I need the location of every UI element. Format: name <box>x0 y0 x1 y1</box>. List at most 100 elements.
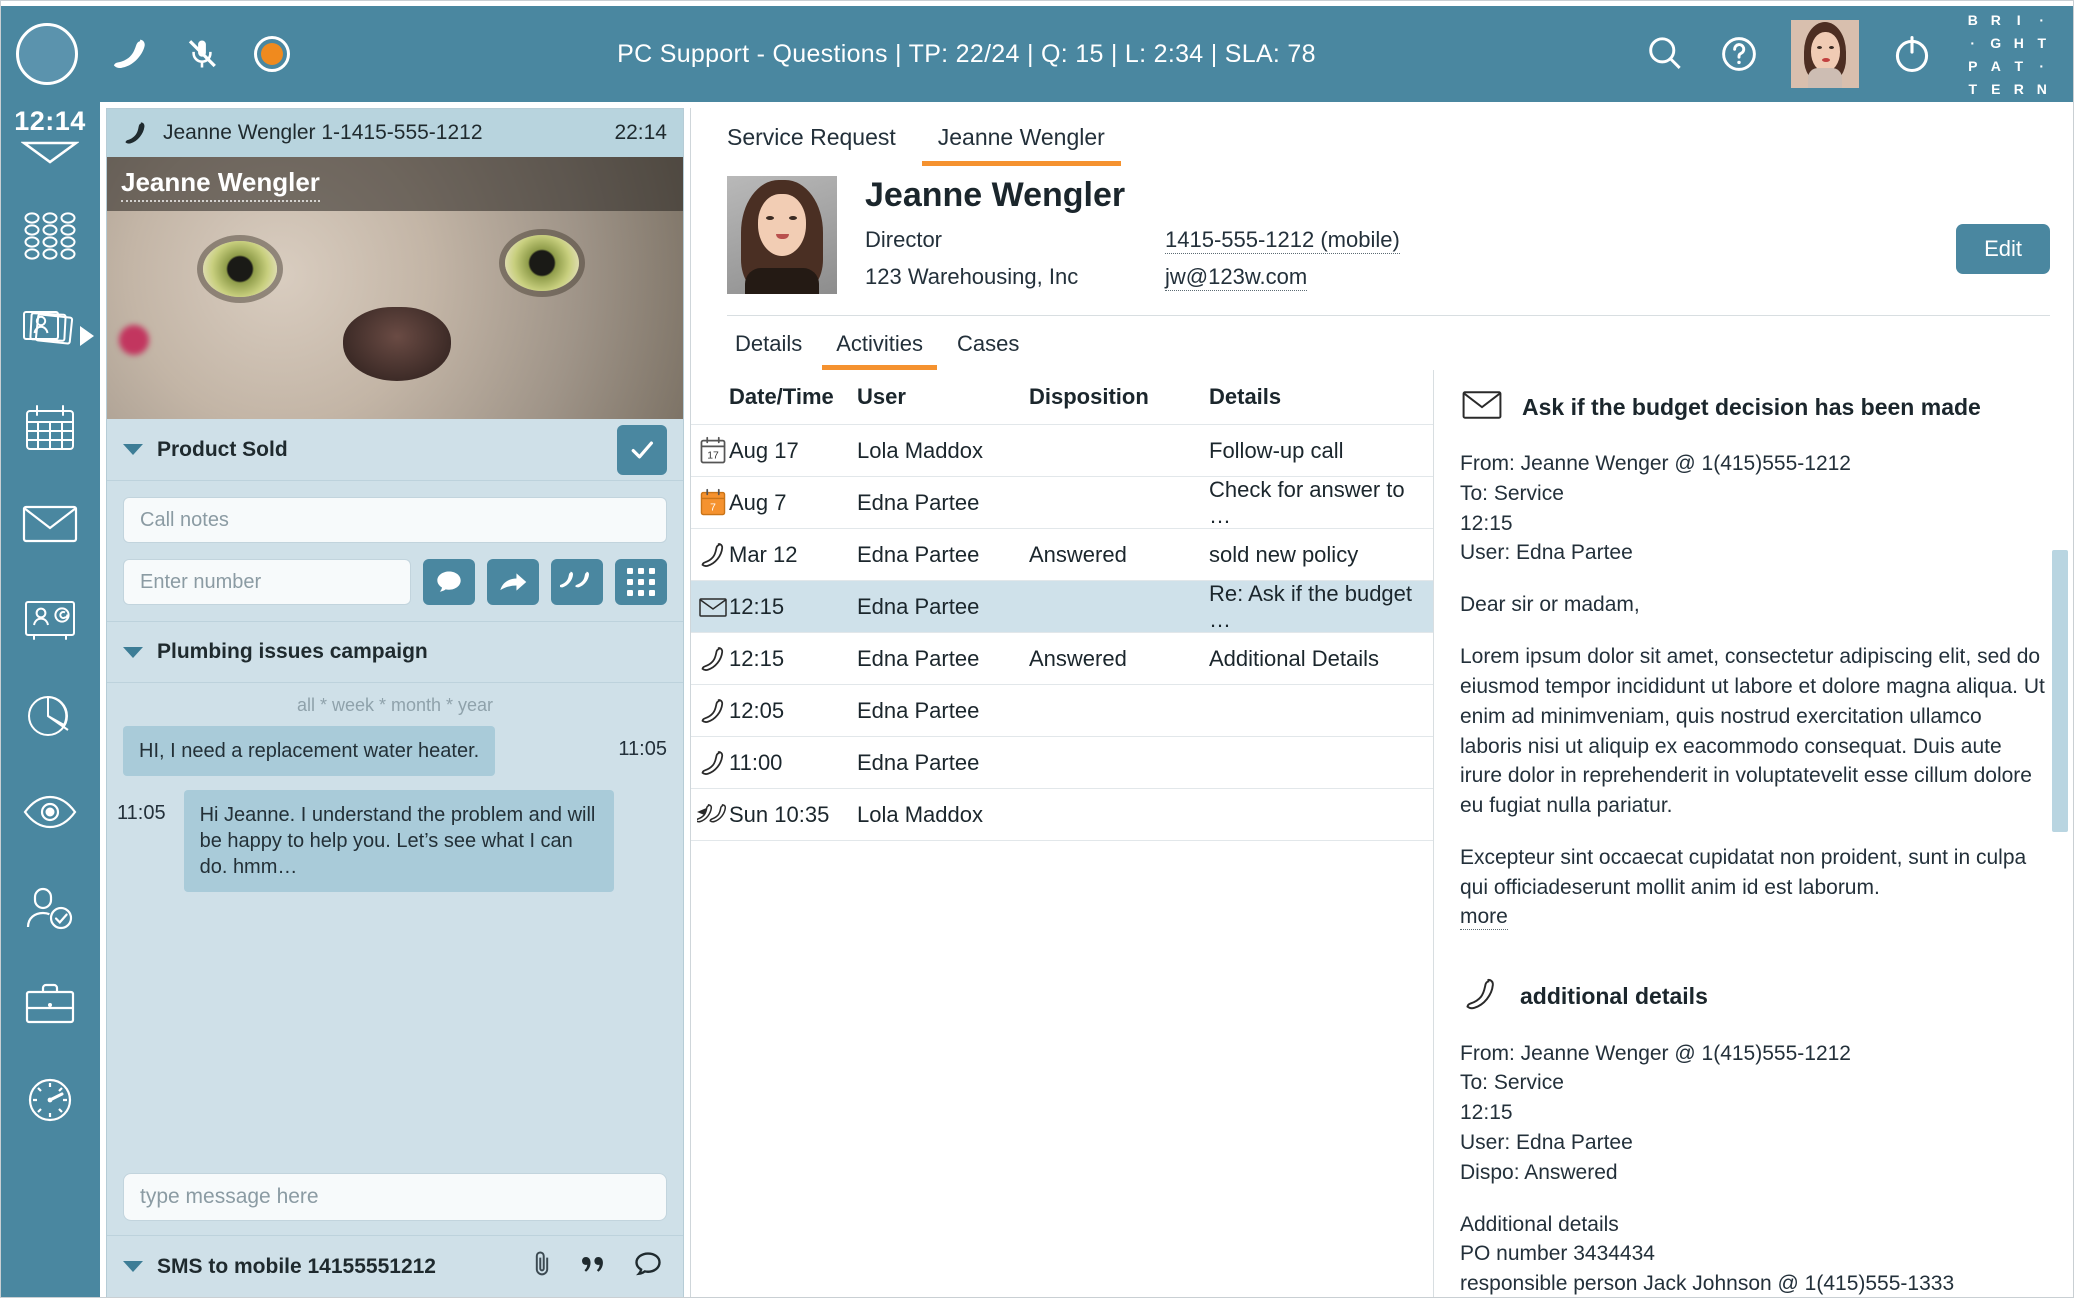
message-placeholder: type message here <box>140 1185 319 1208</box>
table-row[interactable]: 17 Aug 17 Lola Maddox Follow-up call <box>691 424 1433 476</box>
sidebar-item-dashboard[interactable] <box>0 1074 100 1130</box>
detail-scrollbar-thumb[interactable] <box>2052 550 2068 832</box>
table-row[interactable]: Mar 12 Edna Partee Answered sold new pol… <box>691 528 1433 580</box>
interaction-header: Jeanne Wengler 1-1415-555-1212 22:14 <box>107 109 683 157</box>
tab-details[interactable]: Details <box>721 325 816 370</box>
activities-body: Date/Time User Disposition Details 17 Au… <box>691 370 2074 1298</box>
detail-call-title: additional details <box>1520 982 1708 1009</box>
chevron-down-icon[interactable] <box>123 1261 143 1272</box>
svg-text:17: 17 <box>707 450 719 461</box>
table-row[interactable]: 7 Aug 7 Edna Partee Check for answer to … <box>691 476 1433 528</box>
cell-details: Follow-up call <box>1209 437 1344 463</box>
activities-table: Date/Time User Disposition Details 17 Au… <box>691 370 1433 1298</box>
brightpattern-logo: B R I · · G H T P A T · T E R N <box>1963 10 2052 99</box>
dialpad-icon[interactable] <box>615 559 667 605</box>
conference-phones-icon[interactable] <box>551 559 603 605</box>
detail-call-dispo: Dispo: Answered <box>1460 1160 1618 1184</box>
contact-cards-icon <box>19 306 81 363</box>
sidebar-item-contacts[interactable] <box>0 306 100 362</box>
detail-call-section: additional details From: Jeanne Wenger @… <box>1460 976 2048 1298</box>
agent-avatar-circle[interactable] <box>16 23 78 85</box>
away-status-dot[interactable] <box>254 36 290 72</box>
chat-bubble-outline-icon[interactable] <box>633 1250 663 1284</box>
sidebar-item-monitoring[interactable] <box>0 786 100 842</box>
sidebar-item-email[interactable] <box>0 498 100 554</box>
phone-icon[interactable] <box>112 35 150 73</box>
search-icon[interactable] <box>1643 32 1687 76</box>
cell-details: Check for answer to … <box>1209 476 1405 528</box>
contact-photo-banner: Jeanne Wengler <box>107 157 683 419</box>
microphone-muted-icon[interactable] <box>184 35 220 73</box>
contact-email-card-icon <box>21 596 79 649</box>
enter-number-placeholder: Enter number <box>140 570 262 593</box>
grid-dots-icon <box>23 211 77 266</box>
logo-cell: E <box>1991 80 2001 97</box>
sidebar-item-directory[interactable] <box>0 210 100 266</box>
table-row[interactable]: 12:15 Edna Partee Answered Additional De… <box>691 632 1433 684</box>
quote-icon[interactable] <box>579 1250 607 1284</box>
cell-details: Additional Details <box>1209 645 1379 671</box>
calendar-icon <box>22 402 78 459</box>
help-question-icon[interactable] <box>1717 32 1761 76</box>
sidebar-item-reports[interactable] <box>0 690 100 746</box>
edit-contact-button[interactable]: Edit <box>1956 224 2050 274</box>
detail-call-user: User: Edna Partee <box>1460 1131 1633 1154</box>
phone-icon <box>691 749 729 777</box>
call-notes-input[interactable]: Call notes <box>123 497 667 543</box>
sidebar-item-contact-email[interactable] <box>0 594 100 650</box>
photo-contact-name: Jeanne Wengler <box>121 167 320 202</box>
enter-number-input[interactable]: Enter number <box>123 559 411 605</box>
detail-call-from: From: Jeanne Wenger @ 1(415)555-1212 <box>1460 1041 1851 1065</box>
agent-desktop-app: PC Support - Questions | TP: 22/24 | Q: … <box>0 0 2074 1298</box>
cell-date: Sun 10:35 <box>729 801 830 827</box>
main-tab-bar: Service Request Jeanne Wengler <box>691 108 2074 166</box>
chevron-down-icon[interactable] <box>123 444 143 455</box>
power-logout-icon[interactable] <box>1889 31 1935 77</box>
phone-icon <box>691 645 729 673</box>
table-row[interactable]: Sun 10:35 Lola Maddox <box>691 788 1433 840</box>
cell-date: 12:05 <box>729 697 785 723</box>
contact-email[interactable]: jw@123w.com <box>1165 264 1308 291</box>
table-row[interactable]: 11:00 Edna Partee <box>691 736 1433 788</box>
product-sold-confirm-button[interactable] <box>617 424 667 475</box>
contact-sub-tab-bar: Details Activities Cases <box>691 316 2074 370</box>
agent-avatar[interactable] <box>1791 20 1859 88</box>
logo-cell: A <box>1990 57 2002 74</box>
envelope-icon <box>691 595 729 619</box>
envelope-icon <box>1460 388 1504 427</box>
sidebar-item-agent-state[interactable] <box>0 882 100 938</box>
detail-email-body-1: Lorem ipsum dolor sit amet, consectetur … <box>1460 645 2045 818</box>
chat-period-filters[interactable]: all * week * month * year <box>107 683 683 726</box>
cell-details: Re: Ask if the budget … <box>1209 580 1413 632</box>
briefcase-icon <box>22 980 78 1033</box>
sidebar-item-calendar[interactable] <box>0 402 100 458</box>
transfer-arrow-icon[interactable] <box>487 559 539 605</box>
logo-cell: R <box>2013 80 2025 97</box>
sms-channel-header: SMS to mobile 14155551212 <box>107 1235 683 1297</box>
dial-row: Enter number <box>123 559 667 605</box>
table-row[interactable]: 12:15 Edna Partee Re: Ask if the budget … <box>691 580 1433 632</box>
table-row[interactable]: 12:05 Edna Partee <box>691 684 1433 736</box>
detail-email-more-link[interactable]: more <box>1460 905 1508 930</box>
message-input[interactable]: type message here <box>123 1173 667 1221</box>
tab-jeanne-wengler[interactable]: Jeanne Wengler <box>921 116 1121 166</box>
tab-activities[interactable]: Activities <box>822 325 938 370</box>
cell-disposition: Answered <box>1029 645 1127 671</box>
chat-transcript: all * week * month * year HI, I need a r… <box>107 683 683 906</box>
tab-cases[interactable]: Cases <box>943 325 1033 370</box>
tab-service-request[interactable]: Service Request <box>711 116 912 166</box>
logo-cell: T <box>2014 57 2024 74</box>
contact-title: Director <box>865 227 943 252</box>
chat-composer: type message here SMS to mobile 14155551… <box>107 1159 683 1297</box>
contact-phone[interactable]: 1415-555-1212 (mobile) <box>1165 227 1400 254</box>
sidebar-item-cases[interactable] <box>0 978 100 1034</box>
sms-channel-label: SMS to mobile 14155551212 <box>157 1254 436 1278</box>
phone-icon <box>123 120 149 146</box>
paperclip-icon[interactable] <box>531 1249 553 1285</box>
logo-cell: H <box>2013 34 2025 51</box>
chevron-right-icon[interactable] <box>80 326 94 346</box>
chat-bubble-icon[interactable] <box>423 559 475 605</box>
chevron-down-icon[interactable] <box>123 646 143 658</box>
photo-name-overlay: Jeanne Wengler <box>107 157 683 211</box>
collapse-caret-icon[interactable] <box>20 139 80 170</box>
